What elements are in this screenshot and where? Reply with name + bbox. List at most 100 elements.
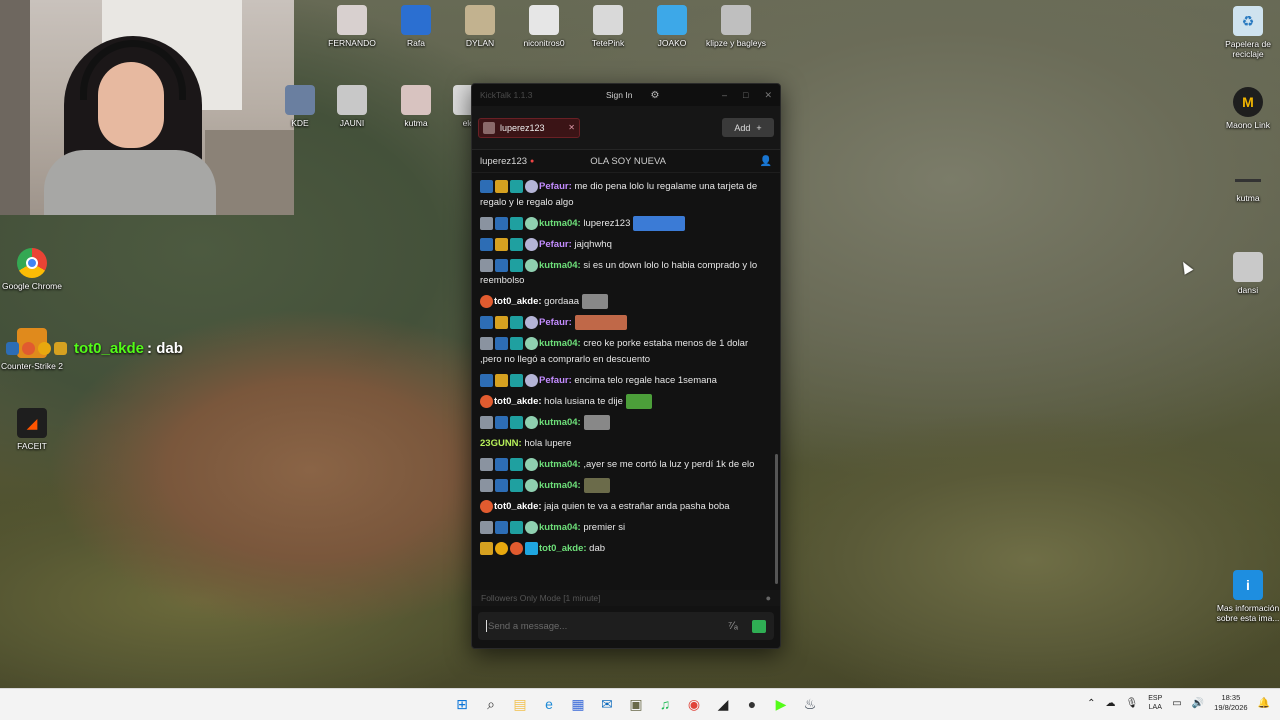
chat-username[interactable]: tot0_akde: bbox=[494, 296, 542, 307]
windows-start-icon[interactable]: ⊞ bbox=[452, 693, 472, 715]
app-title: KickTalk 1.1.3 bbox=[480, 90, 533, 100]
chat-message[interactable]: tot0_akde: hola lusiana te dije bbox=[480, 393, 770, 410]
kick-green-icon[interactable]: ▶ bbox=[771, 693, 791, 715]
stream-title: OLA SOY NUEVA bbox=[590, 155, 666, 167]
close-icon[interactable]: ✕ bbox=[764, 90, 772, 101]
language-code: ESP bbox=[1148, 695, 1163, 702]
chat-message[interactable]: 23GUNN: hola lupere bbox=[480, 436, 770, 452]
game-icon[interactable]: ▣ bbox=[626, 693, 646, 715]
mod-badge-icon bbox=[495, 457, 508, 471]
spotify-icon[interactable]: ♫ bbox=[655, 693, 675, 715]
emote-image bbox=[583, 477, 610, 493]
edge-icon[interactable]: e bbox=[539, 693, 559, 715]
chat-message[interactable]: Pefaur: bbox=[480, 315, 770, 331]
desktop-icon-recycle-bin[interactable]: ♻ Papelera de reciclaje bbox=[1210, 6, 1280, 59]
tab-bar: luperez123 ✕ Add + bbox=[472, 106, 780, 150]
desktop-icon-klipze-y-bagleys[interactable]: klipze y bagleys bbox=[698, 5, 774, 48]
badge-group bbox=[480, 478, 538, 492]
desktop-icon-spotlight-info[interactable]: i Mas información sobre esta ima... bbox=[1210, 570, 1280, 623]
chat-message[interactable]: kutma04: ,ayer se me cortó la luz y perd… bbox=[480, 457, 770, 473]
kick-icon[interactable]: ◢ bbox=[713, 693, 733, 715]
mod-badge-icon bbox=[480, 373, 493, 387]
chat-text: jaja quien te va a estrañar anda pasha b… bbox=[541, 500, 730, 512]
chat-text: encima telo regale hace 1semana bbox=[571, 374, 717, 386]
info-icon[interactable]: ● bbox=[766, 593, 771, 603]
chat-username[interactable]: kutma04: bbox=[539, 338, 581, 349]
sub-badge-icon bbox=[510, 337, 523, 351]
og-badge-icon bbox=[480, 520, 493, 534]
microphone-icon[interactable]: 🎙 bbox=[1126, 698, 1139, 709]
chat-username[interactable]: kutma04: bbox=[539, 218, 581, 229]
desktop-icon-chrome[interactable]: Google Chrome bbox=[0, 248, 64, 291]
translate-icon[interactable]: ⁷⁄ₐ bbox=[728, 620, 738, 632]
chat-message[interactable]: kutma04: bbox=[480, 414, 770, 431]
badge-group bbox=[480, 499, 493, 513]
chat-username[interactable]: 23GUNN: bbox=[480, 438, 522, 449]
chat-message[interactable]: Pefaur: jajqhwhq bbox=[480, 237, 770, 253]
desktop-icon-kutma[interactable]: kutma bbox=[1210, 170, 1280, 203]
chat-username[interactable]: Pefaur: bbox=[539, 317, 572, 328]
chat-username[interactable]: tot0_akde: bbox=[494, 396, 542, 407]
chat-username[interactable]: Pefaur: bbox=[539, 375, 572, 386]
chat-messages[interactable]: Pefaur: me dio pena lolo lu regalame una… bbox=[472, 179, 778, 584]
chat-message[interactable]: kutma04: luperez123 bbox=[480, 215, 770, 232]
desktop-icon-maono-link[interactable]: M Maono Link bbox=[1210, 87, 1280, 130]
chat-message[interactable]: tot0_akde: dab bbox=[480, 541, 770, 557]
notification-bell-icon[interactable]: 🔔 bbox=[1258, 698, 1270, 709]
emote-picker-icon[interactable] bbox=[752, 619, 766, 633]
store-icon[interactable]: ▦ bbox=[568, 693, 588, 715]
desktop-icon-dansi[interactable]: dansi bbox=[1210, 252, 1280, 295]
add-channel-label: Add bbox=[734, 122, 751, 133]
volume-icon[interactable]: 🔊 bbox=[1192, 698, 1204, 709]
chat-username[interactable]: kutma04: bbox=[539, 459, 581, 470]
desktop-icon-faceit[interactable]: ◢ FACEIT bbox=[0, 408, 64, 451]
language-indicator[interactable]: ESP LAA bbox=[1148, 694, 1162, 712]
taskbar: ⊞ ⌕ ▤ e ▦ ✉ ▣ ♫ ◉ ◢ ● ▶ ♨ ⌃ ☁ 🎙 ESP LAA ▭ 🔊 18:35 19… bbox=[0, 688, 1280, 720]
text-caret bbox=[486, 620, 487, 632]
close-tab-icon[interactable]: ✕ bbox=[568, 123, 575, 132]
chat-scrollbar[interactable] bbox=[775, 454, 778, 584]
chat-message[interactable]: Pefaur: me dio pena lolo lu regalame una… bbox=[480, 179, 770, 210]
chrome-icon[interactable]: ◉ bbox=[684, 693, 704, 715]
onedrive-icon[interactable]: ☁ bbox=[1106, 698, 1116, 709]
emote-image bbox=[633, 215, 686, 231]
mod-badge-icon bbox=[495, 216, 508, 230]
outlook-icon[interactable]: ✉ bbox=[597, 693, 617, 715]
chat-message[interactable]: tot0_akde: jaja quien te va a estrañar a… bbox=[480, 499, 770, 515]
file-explorer-icon[interactable]: ▤ bbox=[510, 693, 530, 715]
message-input[interactable]: Send a message... ⁷⁄ₐ bbox=[478, 612, 774, 640]
badge-group bbox=[480, 316, 538, 330]
sign-in-button[interactable]: Sign In bbox=[606, 90, 632, 100]
chat-message[interactable]: Pefaur: encima telo regale hace 1semana bbox=[480, 373, 770, 389]
gear-icon[interactable]: ⚙ bbox=[650, 90, 659, 101]
chat-message[interactable]: kutma04: premier si bbox=[480, 520, 770, 536]
chat-username[interactable]: Pefaur: bbox=[539, 239, 572, 250]
minimize-icon[interactable]: – bbox=[722, 90, 727, 101]
pfp-badge-icon bbox=[525, 478, 538, 492]
channel-tab[interactable]: luperez123 ✕ bbox=[478, 117, 580, 138]
chat-message[interactable]: tot0_akde: gordaaa bbox=[480, 294, 770, 310]
crown-badge-icon bbox=[495, 237, 508, 251]
chat-message[interactable]: kutma04: creo ke porke estaba menos de 1… bbox=[480, 336, 770, 367]
mod-badge-icon bbox=[495, 258, 508, 272]
clock[interactable]: 18:35 19/8/2026 bbox=[1214, 693, 1247, 713]
maximize-icon[interactable]: □ bbox=[743, 90, 748, 101]
pfp-badge-icon bbox=[525, 520, 538, 534]
steam-icon[interactable]: ♨ bbox=[800, 693, 820, 715]
chat-username[interactable]: kutma04: bbox=[539, 417, 581, 428]
fire-badge-icon bbox=[480, 394, 493, 408]
add-channel-button[interactable]: Add + bbox=[722, 118, 774, 137]
chat-username[interactable]: kutma04: bbox=[539, 480, 581, 491]
chat-username[interactable]: tot0_akde: bbox=[494, 501, 542, 512]
chat-message[interactable]: kutma04: bbox=[480, 477, 770, 494]
user-icon[interactable]: 👤 bbox=[760, 156, 772, 167]
network-icon[interactable]: ▭ bbox=[1172, 698, 1181, 709]
chat-username[interactable]: kutma04: bbox=[539, 260, 581, 271]
chat-message[interactable]: kutma04: si es un down lolo lo habia com… bbox=[480, 258, 770, 289]
obs-icon[interactable]: ● bbox=[742, 693, 762, 715]
chat-username[interactable]: tot0_akde: bbox=[539, 543, 587, 554]
search-icon[interactable]: ⌕ bbox=[481, 693, 501, 715]
chat-username[interactable]: kutma04: bbox=[539, 522, 581, 533]
chevron-up-icon[interactable]: ⌃ bbox=[1087, 698, 1095, 709]
chat-username[interactable]: Pefaur: bbox=[539, 181, 572, 192]
